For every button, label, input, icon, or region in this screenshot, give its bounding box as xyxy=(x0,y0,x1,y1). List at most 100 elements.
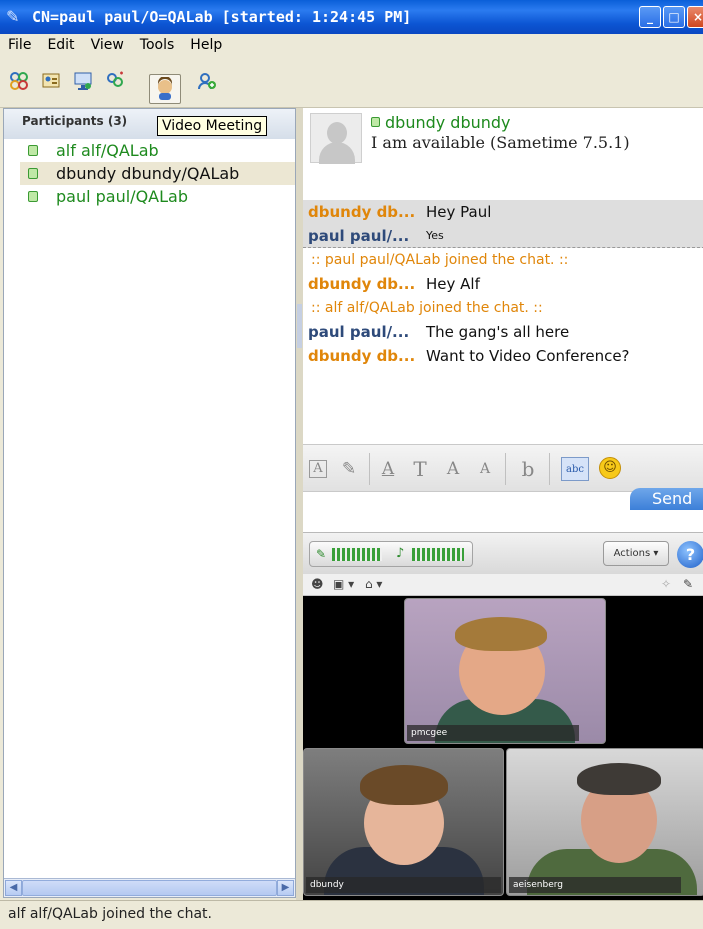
message-text: Yes xyxy=(426,229,444,242)
participant-item[interactable]: alf alf/QALab xyxy=(20,139,295,162)
chat-message: paul paul/... The gang's all here xyxy=(303,320,703,344)
message-sender: paul paul/... xyxy=(308,226,410,245)
send-button[interactable]: Send xyxy=(630,488,703,510)
participant-name: alf alf/QALab xyxy=(56,141,159,160)
scroll-left-icon[interactable]: ◀ xyxy=(5,880,22,896)
message-text: Hey Paul xyxy=(426,203,492,221)
mic-level-bar xyxy=(332,548,382,561)
menu-tools[interactable]: Tools xyxy=(132,37,183,53)
text-box-icon[interactable]: A xyxy=(309,460,327,478)
person-hair xyxy=(577,763,661,795)
message-sender: paul paul/... xyxy=(308,323,410,341)
chat-transcript: dbundy db... Hey Paul paul paul/... Yes … xyxy=(303,200,703,368)
add-participant-icon[interactable] xyxy=(194,68,220,94)
message-text: Want to Video Conference? xyxy=(426,347,630,365)
text-style-icon[interactable]: T xyxy=(409,457,431,481)
chat-partner-label: dbundy dbundy xyxy=(385,113,511,132)
participants-scrollbar[interactable]: ◀ ▶ xyxy=(4,878,295,897)
scrollbar-thumb[interactable] xyxy=(22,880,277,896)
person-icon[interactable]: ☻ xyxy=(311,577,324,591)
participants-list: alf alf/QALab dbundy dbundy/QALab paul p… xyxy=(20,139,295,208)
video-caption: pmcgee xyxy=(407,725,579,741)
avatar-head xyxy=(327,122,347,144)
available-status-icon xyxy=(28,168,38,179)
actions-button[interactable]: Actions ▾ xyxy=(603,541,669,566)
chat-window: ✎ CN=paul paul/O=QALab [started: 1:24:45… xyxy=(0,0,703,929)
emoticon-icon[interactable]: ☺ xyxy=(599,457,621,479)
video-tile[interactable]: pmcgee xyxy=(404,598,606,744)
chat-message: dbundy db... Hey Alf xyxy=(303,272,703,296)
bold-icon[interactable]: b xyxy=(517,457,539,481)
available-status-icon xyxy=(371,117,380,127)
message-sender: dbundy db... xyxy=(308,347,416,365)
minimize-button[interactable]: _ xyxy=(639,6,661,28)
video-tile[interactable]: aeisenberg xyxy=(506,748,703,896)
contact-card-icon[interactable] xyxy=(38,68,64,94)
microphone-icon: ✎ xyxy=(316,547,327,561)
video-meeting-icon[interactable] xyxy=(149,74,181,104)
pane-splitter[interactable] xyxy=(296,108,303,900)
room-icon[interactable]: ⌂ ▾ xyxy=(365,577,382,591)
available-status-icon xyxy=(28,145,38,156)
format-toolbar: A ✎ A T A A b abc ☺ xyxy=(303,444,703,492)
person-hair xyxy=(360,765,448,805)
font-icon[interactable]: A xyxy=(377,457,399,481)
toolbar-separator xyxy=(549,453,550,485)
title-bar[interactable]: ✎ CN=paul paul/O=QALab [started: 1:24:45… xyxy=(0,0,703,34)
window-title: CN=paul paul/O=QALab [started: 1:24:45 P… xyxy=(32,8,412,26)
chat-message: paul paul/... Yes xyxy=(303,224,703,248)
status-bar: alf alf/QALab joined the chat. xyxy=(0,900,703,929)
system-message: :: alf alf/QALab joined the chat. :: xyxy=(311,300,543,316)
participant-name: paul paul/QALab xyxy=(56,187,188,206)
help-icon[interactable]: ? xyxy=(677,541,703,568)
system-message: :: paul paul/QALab joined the chat. :: xyxy=(311,252,569,268)
chat-message: dbundy db... Hey Paul xyxy=(303,200,703,224)
pen-tool-icon[interactable]: ✎ xyxy=(683,577,693,591)
participant-item[interactable]: dbundy dbundy/QALab xyxy=(20,162,295,185)
video-stage: pmcgee dbundy aeisenberg xyxy=(303,596,703,900)
screen-share-icon[interactable] xyxy=(70,68,96,94)
message-sender: dbundy db... xyxy=(308,275,416,293)
participants-pane: Participants (3) alf alf/QALab dbundy db… xyxy=(3,108,296,898)
close-button[interactable]: × xyxy=(687,6,703,28)
video-caption: dbundy xyxy=(306,877,501,893)
video-control-bar: ✎ ♪ Actions ▾ ? xyxy=(303,532,703,574)
splitter-grip[interactable] xyxy=(297,304,302,348)
person-hair xyxy=(455,617,547,651)
chat-pane: dbundy dbundy I am available (Sametime 7… xyxy=(303,108,703,444)
participant-name: dbundy dbundy/QALab xyxy=(56,164,240,183)
message-text: The gang's all here xyxy=(426,323,570,341)
add-people-icon[interactable] xyxy=(102,68,128,94)
menu-edit[interactable]: Edit xyxy=(39,37,82,53)
menu-file[interactable]: File xyxy=(0,37,39,53)
speaker-icon: ♪ xyxy=(396,546,405,561)
menu-bar: File Edit View Tools Help xyxy=(0,34,703,56)
maximize-button[interactable]: □ xyxy=(663,6,685,28)
chat-partner-name: dbundy dbundy xyxy=(371,113,511,132)
menu-help[interactable]: Help xyxy=(182,37,230,53)
pen-icon[interactable]: ✎ xyxy=(339,457,359,481)
window-controls: _ □ × xyxy=(639,6,703,28)
group-icon[interactable] xyxy=(6,68,32,94)
layout-icon[interactable]: ▣ ▾ xyxy=(333,577,354,591)
spell-check-icon[interactable]: abc xyxy=(561,457,589,481)
sametime-app-icon: ✎ xyxy=(6,7,20,26)
participant-item[interactable]: paul paul/QALab xyxy=(20,185,295,208)
toolbar-separator xyxy=(505,453,506,485)
speaker-level-bar xyxy=(412,548,464,561)
menu-view[interactable]: View xyxy=(83,37,132,53)
shrink-font-icon[interactable]: A xyxy=(473,457,497,481)
scroll-right-icon[interactable]: ▶ xyxy=(277,880,294,896)
toolbar-separator xyxy=(369,453,370,485)
pin-icon[interactable]: ✧ xyxy=(661,577,671,591)
audio-level-meter[interactable]: ✎ ♪ xyxy=(309,541,473,567)
avatar-body xyxy=(319,142,355,164)
video-toolbar: ☻ ▣ ▾ ⌂ ▾ ✧ ✎ xyxy=(303,574,703,596)
video-tile[interactable]: dbundy xyxy=(303,748,504,896)
main-toolbar xyxy=(0,56,703,108)
message-text: Hey Alf xyxy=(426,275,480,293)
message-sender: dbundy db... xyxy=(308,203,416,221)
video-meeting-tooltip: Video Meeting xyxy=(157,116,268,136)
avatar xyxy=(310,113,362,164)
grow-font-icon[interactable]: A xyxy=(441,457,465,481)
